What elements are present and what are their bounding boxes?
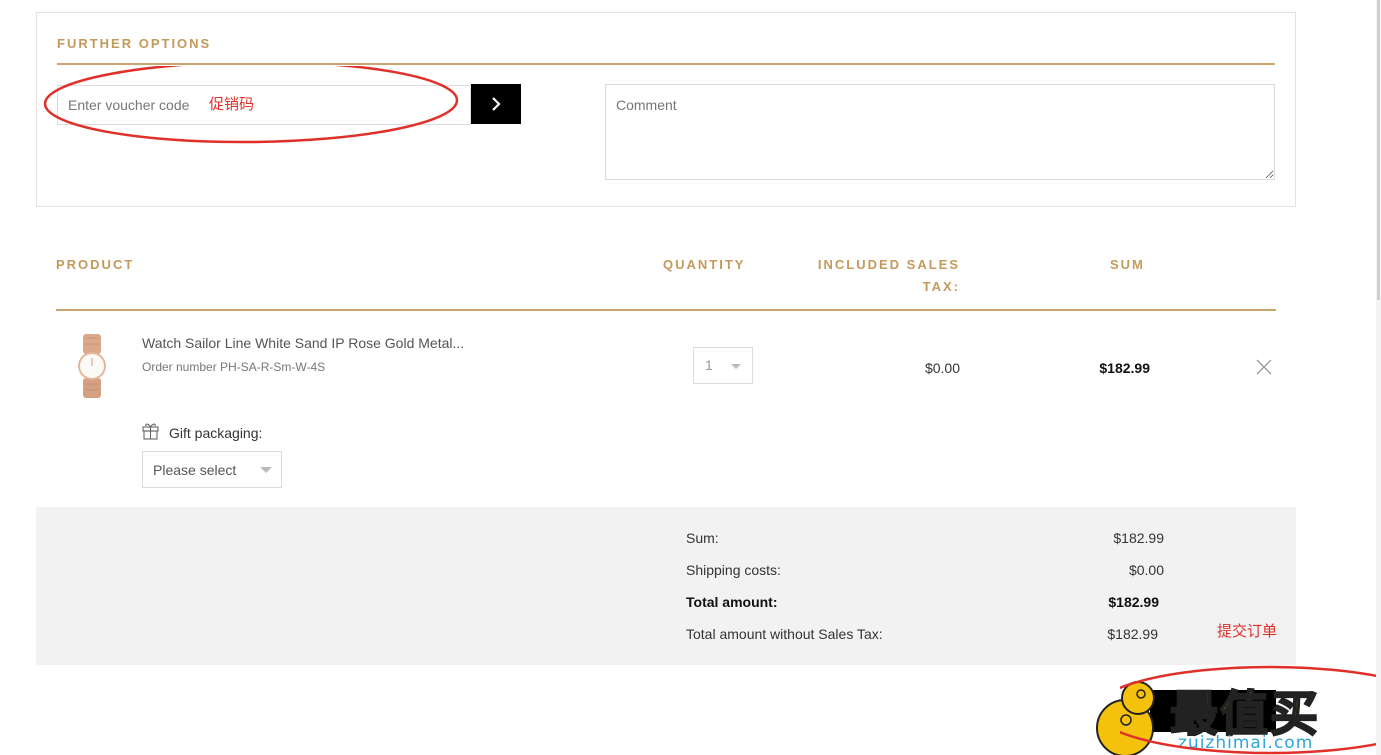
- gift-packaging-select[interactable]: Please select: [142, 451, 282, 488]
- column-header-sum: SUM: [1110, 257, 1145, 272]
- column-header-tax: INCLUDED SALES TAX:: [818, 257, 960, 294]
- summary-net-label: Total amount without Sales Tax:: [686, 626, 883, 642]
- order-number: Order number PH-SA-R-Sm-W-4S: [142, 360, 326, 374]
- gift-packaging-value: Please select: [153, 462, 237, 478]
- caret-down-icon: [731, 364, 741, 369]
- summary-sum-label: Sum:: [686, 530, 719, 546]
- item-tax: $0.00: [924, 360, 960, 376]
- item-sum: $182.99: [1099, 360, 1150, 376]
- divider: [57, 63, 1275, 65]
- summary-total-label: Total amount:: [686, 594, 778, 610]
- divider: [56, 309, 1276, 311]
- column-header-tax-line1: INCLUDED SALES: [817, 257, 960, 272]
- close-icon[interactable]: [1254, 357, 1274, 377]
- product-thumbnail[interactable]: [70, 334, 114, 398]
- summary-sum-value: $182.99: [1113, 530, 1164, 546]
- column-header-quantity: QUANTITY: [663, 257, 746, 272]
- quantity-value: 1: [705, 357, 713, 373]
- column-header-tax-line2: TAX:: [922, 279, 960, 294]
- order-summary: Sum: $182.99 Shipping costs: $0.00 Total…: [36, 507, 1296, 665]
- column-header-product: PRODUCT: [56, 257, 135, 272]
- submit-annotation-ellipse: [1120, 665, 1381, 755]
- summary-shipping-label: Shipping costs:: [686, 562, 781, 578]
- caret-down-icon: [260, 467, 272, 473]
- summary-net-value: $182.99: [1107, 626, 1158, 642]
- voucher-submit-button[interactable]: [471, 84, 521, 124]
- gift-packaging-label: Gift packaging:: [169, 425, 263, 441]
- comment-field[interactable]: [605, 84, 1275, 180]
- product-name[interactable]: Watch Sailor Line White Sand IP Rose Gol…: [142, 335, 464, 351]
- chevron-right-icon: [492, 97, 501, 111]
- gift-icon: [142, 423, 159, 440]
- page-scrollbar-thumb[interactable]: [1377, 0, 1380, 300]
- submit-annotation-text: 提交订单: [1217, 622, 1278, 640]
- summary-total-value: $182.99: [1108, 594, 1159, 610]
- quantity-select[interactable]: 1: [693, 347, 753, 384]
- voucher-annotation-text: 促销码: [209, 95, 255, 113]
- further-options-title: FURTHER OPTIONS: [57, 36, 212, 51]
- summary-shipping-value: $0.00: [1128, 562, 1164, 578]
